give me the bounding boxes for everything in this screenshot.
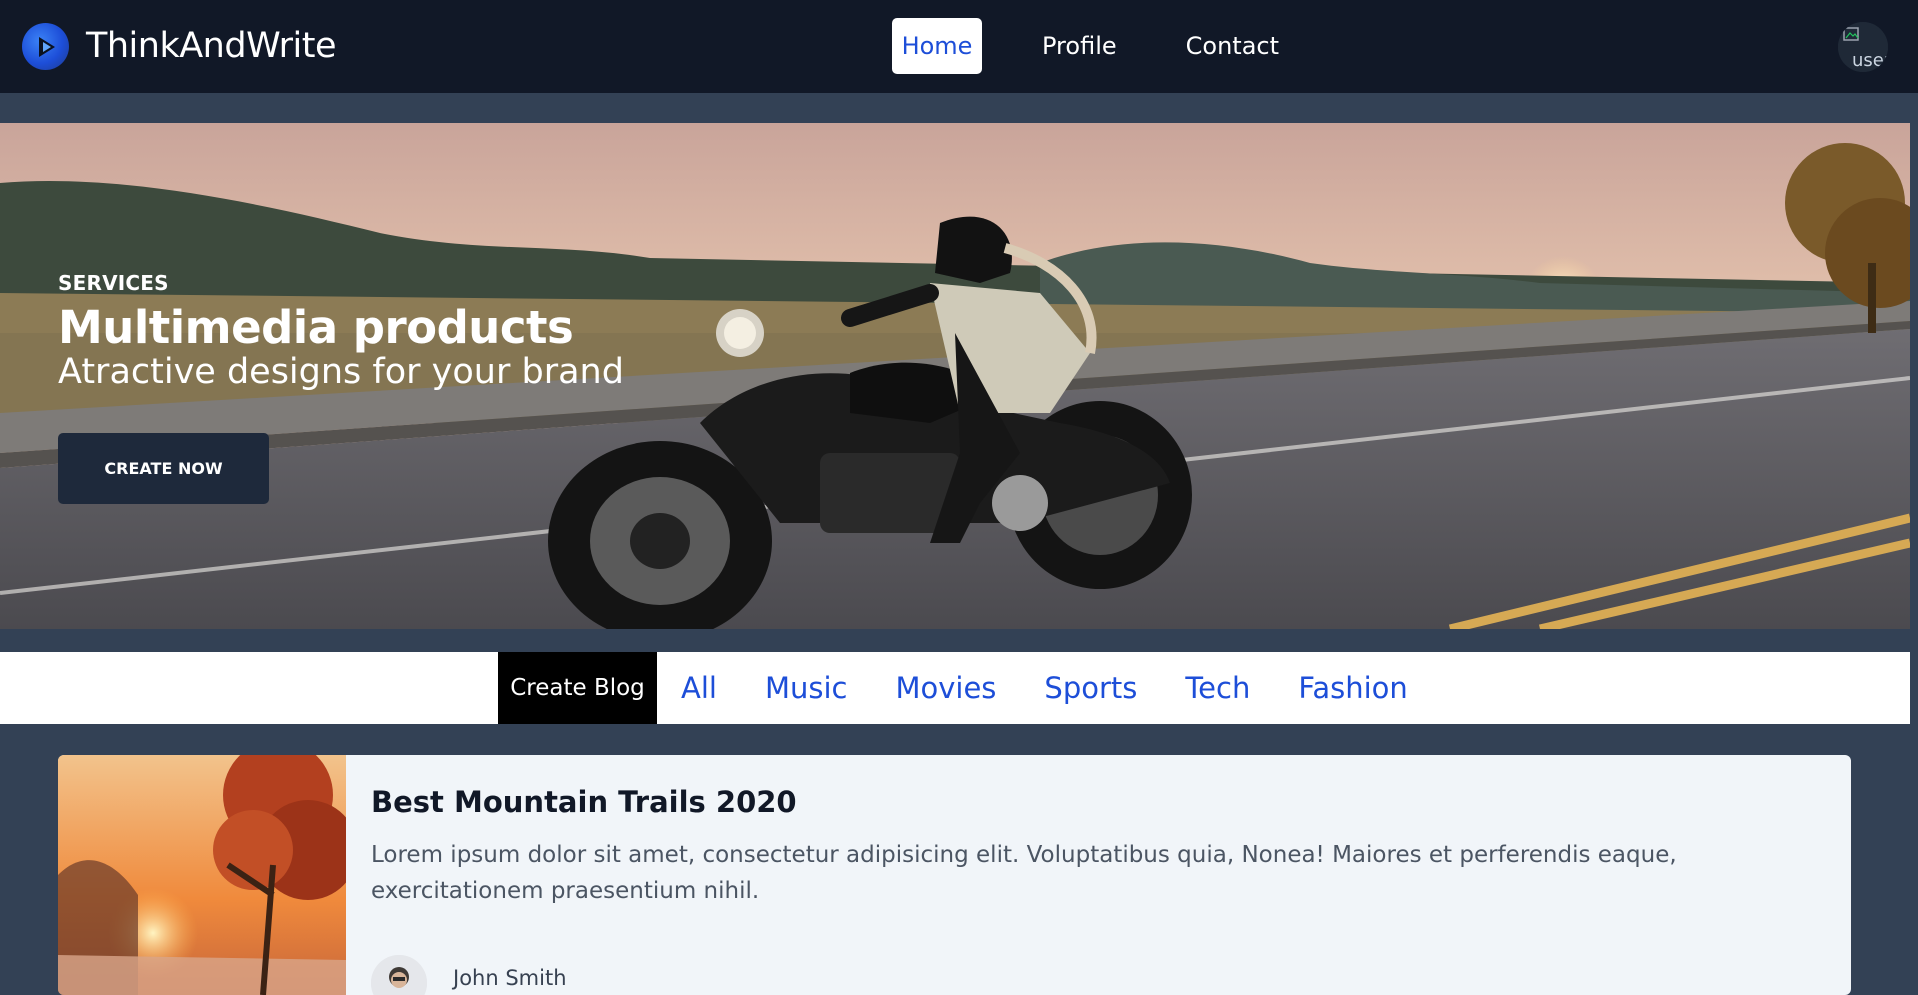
blog-post-card[interactable]: Best Mountain Trails 2020 Lorem ipsum do… xyxy=(58,755,1851,995)
nav-link-home[interactable]: Home xyxy=(892,18,982,74)
create-blog-button[interactable]: Create Blog xyxy=(498,652,657,724)
top-navbar: ThinkAndWrite Home Profile Contact user xyxy=(0,0,1918,93)
category-all[interactable]: All xyxy=(681,671,717,705)
post-body: Best Mountain Trails 2020 Lorem ipsum do… xyxy=(371,785,1831,909)
category-tech[interactable]: Tech xyxy=(1185,671,1250,705)
post-title[interactable]: Best Mountain Trails 2020 xyxy=(371,785,1831,819)
category-fashion[interactable]: Fashion xyxy=(1298,671,1407,705)
user-avatar[interactable]: user xyxy=(1838,22,1888,72)
nav-link-contact[interactable]: Contact xyxy=(1174,18,1291,74)
brand[interactable]: ThinkAndWrite xyxy=(22,23,336,70)
category-music[interactable]: Music xyxy=(765,671,848,705)
post-excerpt: Lorem ipsum dolor sit amet, consectetur … xyxy=(371,842,1677,904)
hero-kicker: SERVICES xyxy=(58,271,169,295)
nav-link-profile[interactable]: Profile xyxy=(1030,18,1129,74)
avatar-alt-text: user xyxy=(1852,50,1888,71)
hero-title: Multimedia products xyxy=(58,301,574,354)
brand-name: ThinkAndWrite xyxy=(86,26,336,66)
create-now-button[interactable]: CREATE NOW xyxy=(58,433,269,504)
category-bar: Create Blog All Music Movies Sports Tech… xyxy=(0,652,1910,724)
main-nav: Home Profile Contact xyxy=(892,18,1336,74)
author-name: John Smith xyxy=(453,966,567,990)
category-sports[interactable]: Sports xyxy=(1044,671,1137,705)
category-movies[interactable]: Movies xyxy=(895,671,996,705)
hero-subtitle: Atractive designs for your brand xyxy=(58,352,624,392)
hero-text: SERVICES Multimedia products Atractive d… xyxy=(58,271,624,392)
play-logo-icon xyxy=(22,23,69,70)
category-list: Create Blog All Music Movies Sports Tech… xyxy=(498,652,1432,724)
hero-banner: SERVICES Multimedia products Atractive d… xyxy=(0,123,1910,629)
post-thumbnail xyxy=(58,755,346,995)
author-avatar xyxy=(371,955,427,995)
post-author: John Smith xyxy=(371,955,567,995)
